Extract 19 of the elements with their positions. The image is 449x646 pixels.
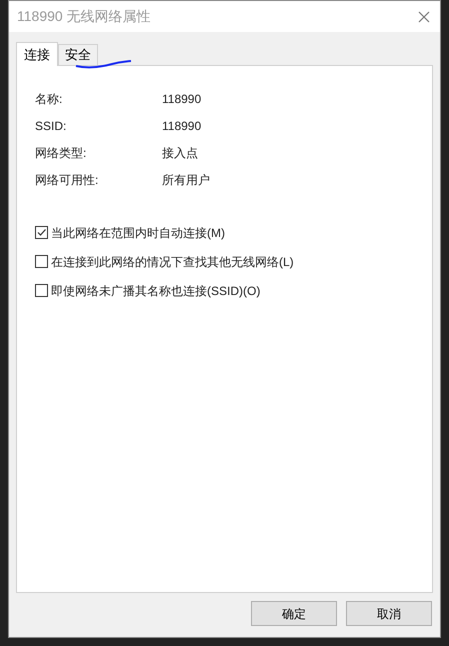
window-title: 118990 无线网络属性 [17, 7, 151, 26]
dialog-button[interactable]: 取消 [346, 601, 432, 626]
tab[interactable]: 连接 [16, 42, 58, 66]
dialog-button[interactable]: 确定 [251, 601, 337, 626]
property-label: SSID: [35, 118, 68, 135]
property-label: 网络可用性: [35, 172, 100, 189]
scribble-drawing [75, 60, 133, 69]
property-label: 网络类型: [35, 145, 88, 162]
tab[interactable]: 安全 [58, 44, 98, 65]
property-value: 接入点 [162, 145, 198, 162]
property-label: 名称: [35, 91, 64, 108]
check-icon [36, 227, 47, 238]
option-checkbox[interactable]: 在连接到此网络的情况下查找其他无线网络(L) [35, 247, 294, 276]
option-checkbox[interactable]: 即使网络未广播其名称也连接(SSID)(O) [35, 276, 260, 305]
close-icon[interactable] [418, 10, 430, 22]
option-checkbox[interactable]: 当此网络在范围内时自动连接(M) [35, 218, 225, 247]
property-value: 118990 [162, 118, 202, 135]
property-value: 所有用户 [162, 172, 210, 189]
property-value: 118990 [162, 91, 202, 108]
